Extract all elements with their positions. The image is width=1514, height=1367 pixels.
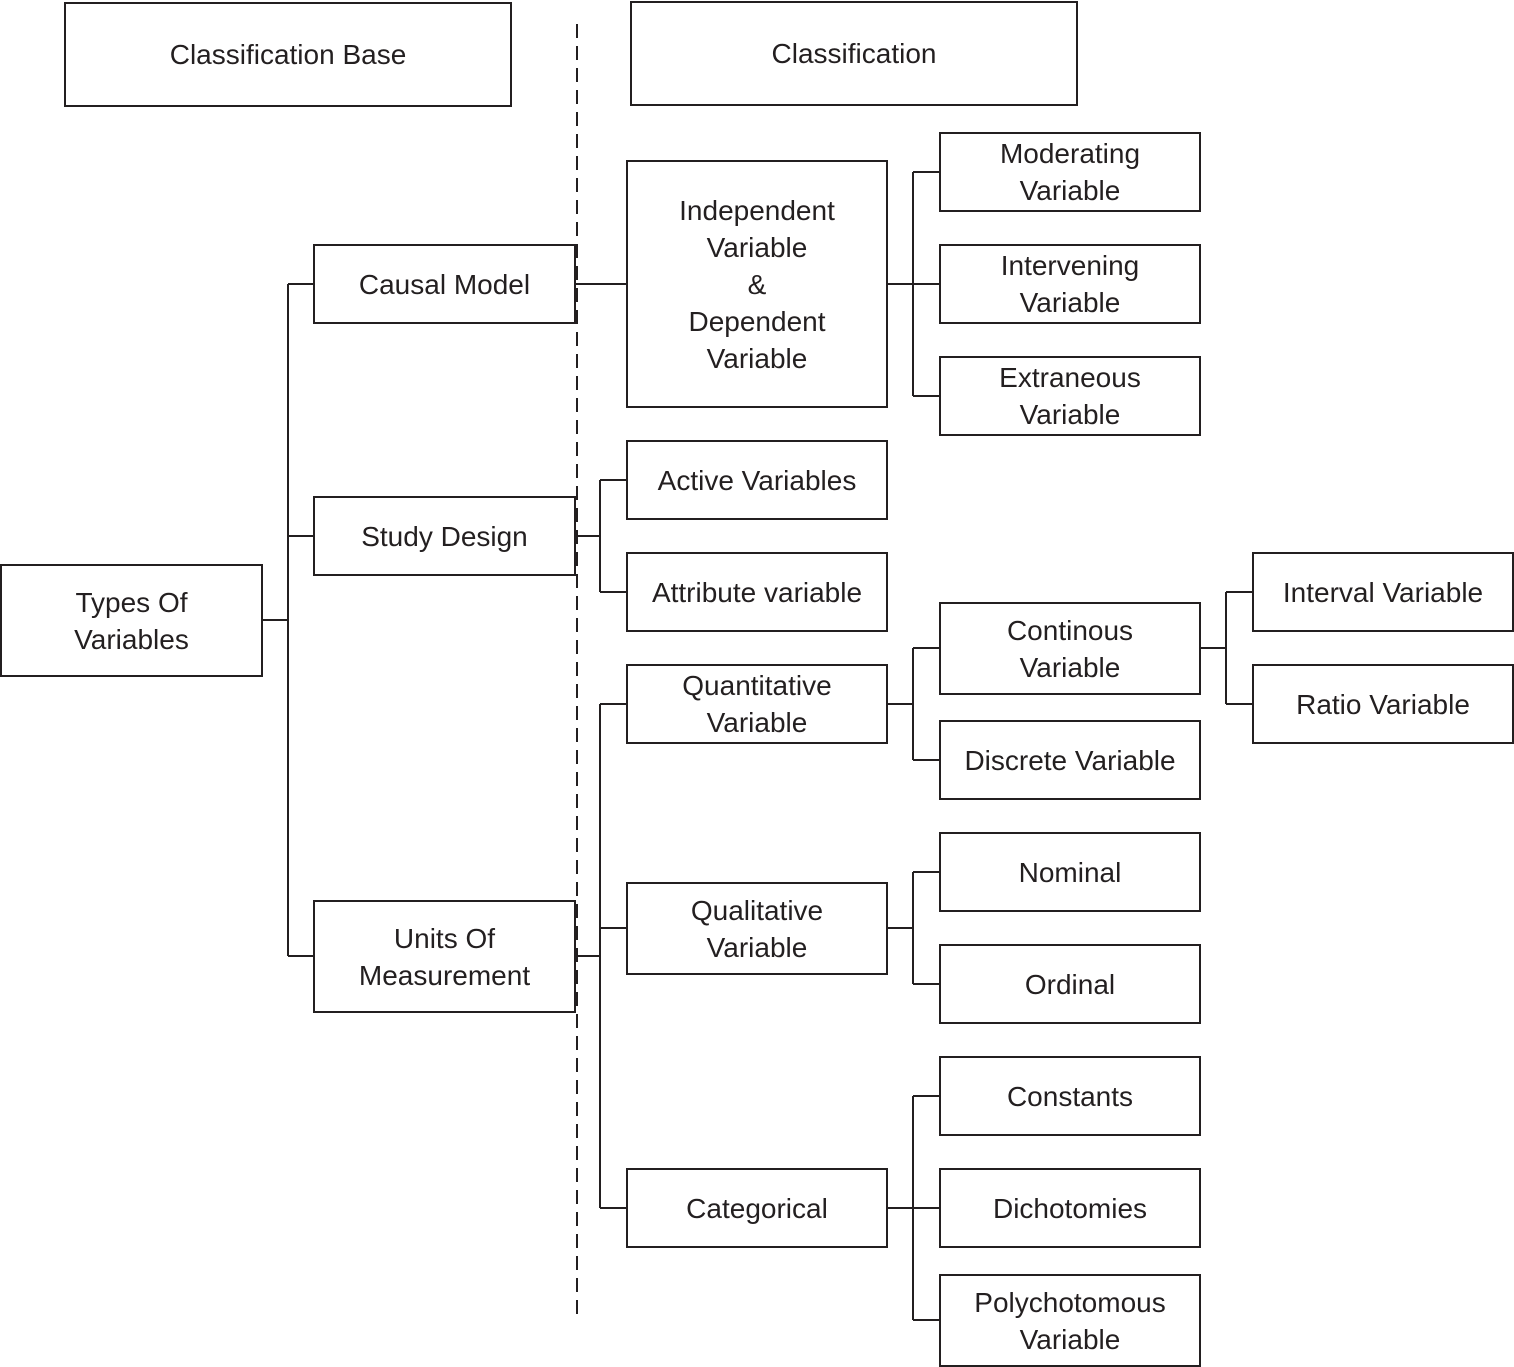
node-interval: Interval Variable xyxy=(1252,552,1514,632)
node-independent-dependent: Independent Variable & Dependent Variabl… xyxy=(626,160,888,408)
node-intervening: Intervening Variable xyxy=(939,244,1201,324)
node-study-design: Study Design xyxy=(313,496,576,576)
node-moderating: Moderating Variable xyxy=(939,132,1201,212)
connector-continuous xyxy=(1200,591,1252,705)
connector-units xyxy=(575,703,627,1209)
node-discrete: Discrete Variable xyxy=(939,720,1201,800)
connector-independent xyxy=(887,171,939,397)
node-attribute-variable: Attribute variable xyxy=(626,552,888,632)
node-quantitative: Quantitative Variable xyxy=(626,664,888,744)
node-categorical: Categorical xyxy=(626,1168,888,1248)
header-classification: Classification xyxy=(630,1,1078,106)
node-extraneous: Extraneous Variable xyxy=(939,356,1201,436)
node-ordinal: Ordinal xyxy=(939,944,1201,1024)
node-nominal: Nominal xyxy=(939,832,1201,912)
node-causal-model: Causal Model xyxy=(313,244,576,324)
node-active-variables: Active Variables xyxy=(626,440,888,520)
connector-qualitative xyxy=(887,871,939,985)
header-classification-base: Classification Base xyxy=(64,2,512,107)
node-types-of-variables: Types Of Variables xyxy=(0,564,263,677)
node-constants: Constants xyxy=(939,1056,1201,1136)
connector-categorical xyxy=(887,1095,939,1321)
node-ratio: Ratio Variable xyxy=(1252,664,1514,744)
connector-quantitative xyxy=(887,647,939,761)
connector-root xyxy=(262,283,314,957)
node-units-of-measurement: Units Of Measurement xyxy=(313,900,576,1013)
connector-study xyxy=(575,479,627,593)
node-polychotomous: Polychotomous Variable xyxy=(939,1274,1201,1367)
node-continuous: Continous Variable xyxy=(939,602,1201,695)
node-qualitative: Qualitative Variable xyxy=(626,882,888,975)
node-dichotomies: Dichotomies xyxy=(939,1168,1201,1248)
